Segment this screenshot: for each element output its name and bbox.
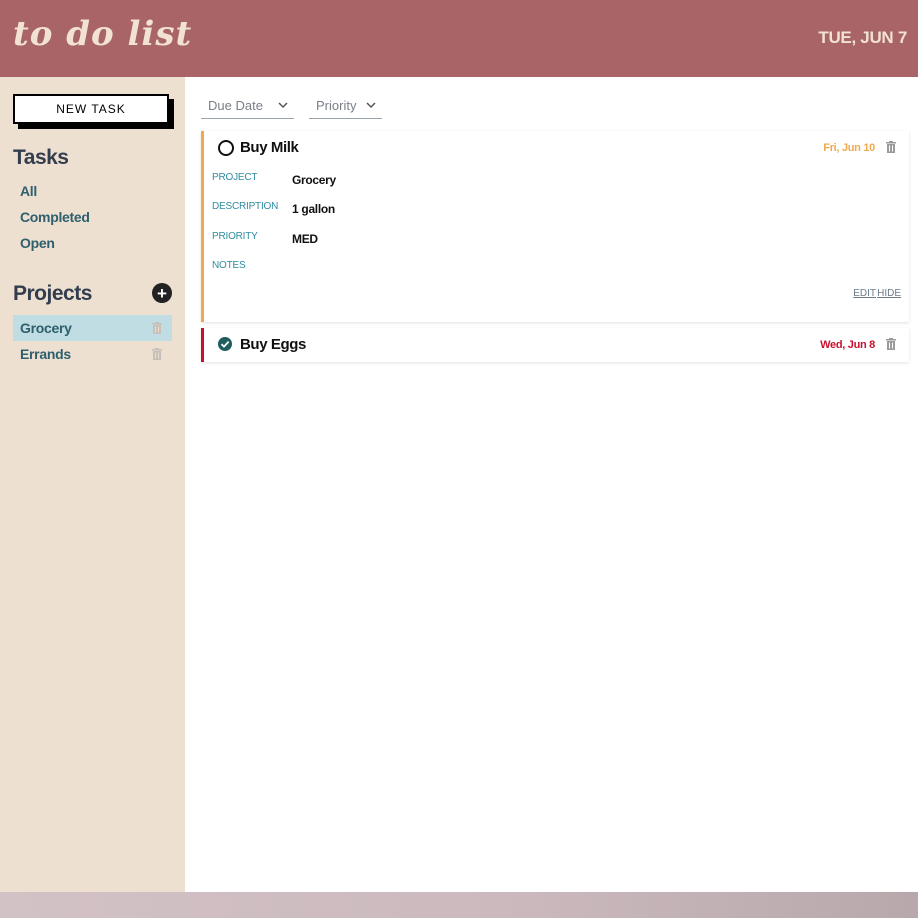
sort-priority-select[interactable]: Priority xyxy=(309,94,382,119)
app-header: to do list TUE, JUN 7 xyxy=(0,0,918,77)
field-value-project: Grocery xyxy=(292,173,336,187)
task-due-date: Wed, Jun 8 xyxy=(820,339,875,351)
project-name: Grocery xyxy=(20,320,72,336)
task-card[interactable]: Buy Eggs Wed, Jun 8 xyxy=(201,328,909,362)
task-title[interactable]: Buy Eggs xyxy=(240,336,306,353)
task-panel: Due Date Priority Buy Milk Fri, Jun 10 P… xyxy=(185,77,918,892)
field-label-priority: PRIORITY xyxy=(212,231,258,242)
incomplete-checkbox-icon[interactable] xyxy=(218,140,234,156)
check-circle-icon[interactable] xyxy=(218,337,232,351)
sort-due-date-select[interactable]: Due Date xyxy=(201,94,294,119)
trash-icon[interactable] xyxy=(152,348,162,360)
trash-icon[interactable] xyxy=(886,141,896,153)
task-title[interactable]: Buy Milk xyxy=(240,139,299,156)
current-date: TUE, JUN 7 xyxy=(818,28,907,47)
projects-heading: Projects xyxy=(13,282,92,305)
trash-icon[interactable] xyxy=(886,338,896,350)
field-label-notes: NOTES xyxy=(212,260,246,271)
edit-link[interactable]: EDIT xyxy=(853,288,876,299)
add-project-button[interactable]: + xyxy=(152,283,172,303)
task-due-date: Fri, Jun 10 xyxy=(823,142,875,154)
tasks-heading: Tasks xyxy=(13,146,69,169)
field-value-priority: MED xyxy=(292,232,318,246)
bottom-bar xyxy=(0,892,918,918)
project-item-grocery[interactable]: Grocery xyxy=(13,315,172,341)
chevron-down-icon xyxy=(278,98,288,113)
hide-link[interactable]: HIDE xyxy=(877,288,901,299)
filter-completed[interactable]: Completed xyxy=(20,209,90,225)
field-value-description: 1 gallon xyxy=(292,202,335,216)
project-item-errands[interactable]: Errands xyxy=(13,341,172,367)
select-label: Due Date xyxy=(208,98,263,113)
app-logo: to do list xyxy=(13,14,193,54)
field-label-project: PROJECT xyxy=(212,172,258,183)
project-name: Errands xyxy=(20,346,71,362)
task-card[interactable]: Buy Milk Fri, Jun 10 PROJECT Grocery DES… xyxy=(201,131,909,322)
sidebar: NEW TASK Tasks All Completed Open Projec… xyxy=(0,77,185,892)
chevron-down-icon xyxy=(366,98,376,113)
trash-icon[interactable] xyxy=(152,322,162,334)
new-task-button[interactable]: NEW TASK xyxy=(13,94,169,124)
filter-all[interactable]: All xyxy=(20,183,37,199)
select-label: Priority xyxy=(316,98,357,113)
field-label-description: DESCRIPTION xyxy=(212,201,279,212)
filter-open[interactable]: Open xyxy=(20,235,55,251)
